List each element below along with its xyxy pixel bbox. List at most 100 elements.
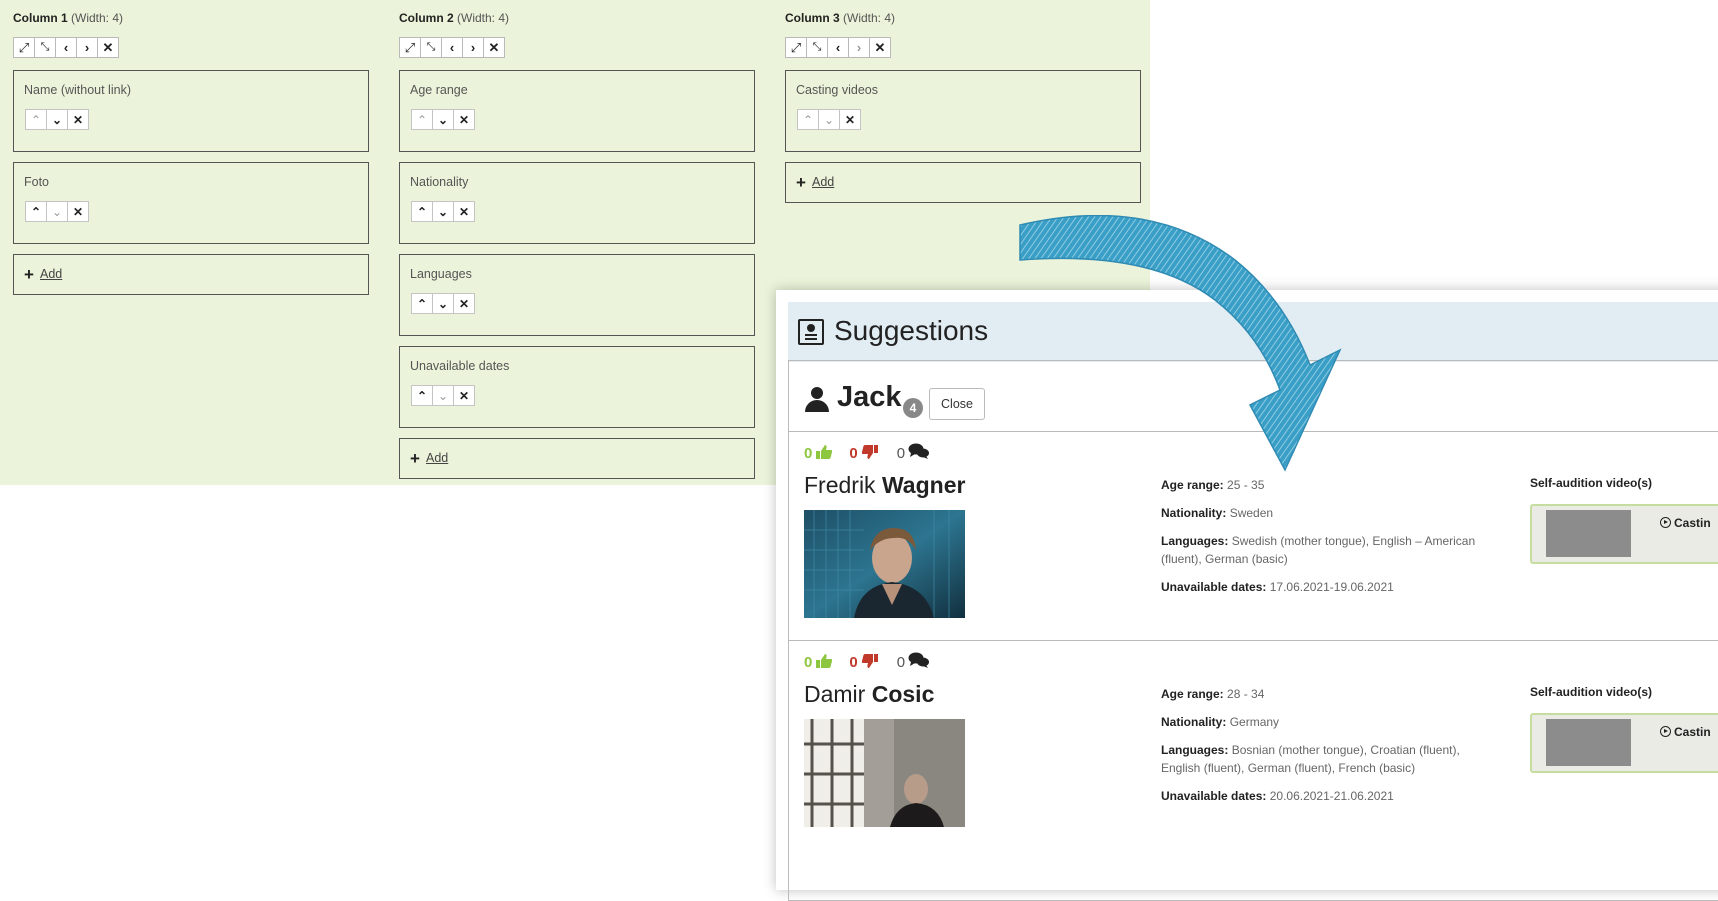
chevron-up-icon[interactable]: ⌃ — [25, 109, 47, 130]
video-item[interactable]: Castin — [1530, 504, 1718, 564]
video-thumbnail[interactable] — [1546, 719, 1631, 766]
add-field-button[interactable]: + Add — [399, 438, 755, 479]
close-button[interactable]: Close — [929, 388, 985, 420]
column-width: (Width: 4) — [71, 11, 124, 25]
plus-icon: + — [796, 173, 806, 192]
shrink-icon[interactable]: ⤡ — [420, 37, 442, 58]
add-link[interactable]: Add — [812, 175, 834, 189]
shrink-icon[interactable]: ⤡ — [806, 37, 828, 58]
video-thumbnail[interactable] — [1546, 510, 1631, 557]
chevron-up-icon[interactable]: ⌃ — [411, 385, 433, 406]
field-card: Unavailable dates ⌃ ⌄ ✕ — [399, 346, 755, 428]
field-card: Foto ⌃ ⌄ ✕ — [13, 162, 369, 244]
chevron-up-icon[interactable]: ⌃ — [797, 109, 819, 130]
video-heading: Self-audition video(s) — [1530, 685, 1653, 699]
close-icon[interactable]: ✕ — [839, 109, 861, 130]
contact-card-icon — [798, 319, 824, 345]
thumbs-up-icon[interactable] — [815, 444, 833, 464]
add-link[interactable]: Add — [40, 267, 62, 281]
candidate-name[interactable]: Fredrik Wagner — [804, 472, 965, 499]
last-name: Cosic — [871, 681, 935, 707]
close-icon[interactable]: ✕ — [483, 37, 505, 58]
column-controls: ⤢ ⤡ ‹ › ✕ — [785, 37, 891, 58]
chevron-down-icon[interactable]: ⌄ — [432, 201, 454, 222]
expand-icon[interactable]: ⤢ — [399, 37, 421, 58]
column-title: Column 2 — [399, 11, 454, 25]
page-title: Suggestions — [834, 315, 989, 346]
field-label: Languages — [410, 267, 472, 281]
candidate-photo[interactable] — [804, 719, 965, 827]
close-icon[interactable]: ✕ — [67, 109, 89, 130]
nationality: Nationality: Germany — [1161, 715, 1280, 729]
close-icon[interactable]: ✕ — [67, 201, 89, 222]
video-label[interactable]: Castin — [1660, 516, 1711, 530]
chevron-up-icon[interactable]: ⌃ — [25, 201, 47, 222]
column-heading: Column 3 (Width: 4) — [785, 11, 895, 25]
close-icon[interactable]: ✕ — [453, 293, 475, 314]
chevron-left-icon[interactable]: ‹ — [441, 37, 463, 58]
expand-icon[interactable]: ⤢ — [785, 37, 807, 58]
add-field-button[interactable]: + Add — [785, 162, 1141, 203]
comments-icon[interactable] — [908, 651, 930, 673]
column-heading: Column 1 (Width: 4) — [13, 11, 123, 25]
close-icon[interactable]: ✕ — [453, 201, 475, 222]
comment-count: 0 — [896, 654, 906, 671]
field-card: Name (without link) ⌃ ⌄ ✕ — [13, 70, 369, 152]
close-icon[interactable]: ✕ — [97, 37, 119, 58]
video-item[interactable]: Castin — [1530, 713, 1718, 773]
thumbs-up-icon[interactable] — [815, 653, 833, 673]
chevron-up-icon[interactable]: ⌃ — [411, 293, 433, 314]
comments-icon[interactable] — [908, 442, 930, 464]
plus-icon: + — [410, 449, 420, 468]
field-label: Name (without link) — [24, 83, 131, 97]
field-label: Nationality — [410, 175, 469, 189]
close-icon[interactable]: ✕ — [453, 109, 475, 130]
field-label: Casting videos — [796, 83, 878, 97]
video-label[interactable]: Castin — [1660, 725, 1711, 739]
chevron-up-icon[interactable]: ⌃ — [411, 109, 433, 130]
chevron-down-icon[interactable]: ⌄ — [432, 109, 454, 130]
chevron-down-icon[interactable]: ⌄ — [818, 109, 840, 130]
chevron-right-icon[interactable]: › — [462, 37, 484, 58]
shrink-icon[interactable]: ⤡ — [34, 37, 56, 58]
last-name: Wagner — [881, 472, 966, 498]
field-controls: ⌃ ⌄ ✕ — [797, 109, 861, 130]
chevron-right-icon[interactable]: › — [76, 37, 98, 58]
expand-icon[interactable]: ⤢ — [13, 37, 35, 58]
add-field-button[interactable]: + Add — [13, 254, 369, 295]
play-icon — [1660, 517, 1671, 528]
nationality: Nationality: Sweden — [1161, 506, 1274, 520]
chevron-down-icon[interactable]: ⌄ — [46, 109, 68, 130]
unavailable-dates: Unavailable dates: 17.06.2021-19.06.2021 — [1161, 580, 1394, 594]
add-link[interactable]: Add — [426, 451, 448, 465]
first-name: Fredrik — [804, 472, 876, 498]
unavailable-dates: Unavailable dates: 20.06.2021-21.06.2021 — [1161, 789, 1394, 803]
curved-arrow-icon — [1019, 215, 1342, 472]
downvote-count: 0 — [849, 654, 858, 671]
upvote-count: 0 — [804, 654, 813, 671]
thumbs-down-icon[interactable] — [861, 444, 879, 464]
column-width: (Width: 4) — [843, 11, 896, 25]
video-heading: Self-audition video(s) — [1530, 476, 1653, 490]
candidate-photo[interactable] — [804, 510, 965, 618]
close-icon[interactable]: ✕ — [869, 37, 891, 58]
chevron-down-icon[interactable]: ⌄ — [46, 201, 68, 222]
chevron-down-icon[interactable]: ⌄ — [432, 385, 454, 406]
vote-bar: 0 0 0 — [804, 442, 930, 464]
chevron-down-icon[interactable]: ⌄ — [432, 293, 454, 314]
chevron-left-icon[interactable]: ‹ — [827, 37, 849, 58]
age-range: Age range: 28 - 34 — [1161, 687, 1265, 701]
candidate-name[interactable]: Damir Cosic — [804, 681, 934, 708]
chevron-up-icon[interactable]: ⌃ — [411, 201, 433, 222]
thumbs-down-icon[interactable] — [861, 653, 879, 673]
chevron-right-icon[interactable]: › — [848, 37, 870, 58]
column-title: Column 1 — [13, 11, 68, 25]
column-controls: ⤢ ⤡ ‹ › ✕ — [399, 37, 505, 58]
chevron-left-icon[interactable]: ‹ — [55, 37, 77, 58]
first-name: Damir — [804, 681, 866, 707]
field-card: Languages ⌃ ⌄ ✕ — [399, 254, 755, 336]
field-card: Casting videos ⌃ ⌄ ✕ — [785, 70, 1141, 152]
comment-count: 0 — [896, 445, 906, 462]
close-icon[interactable]: ✕ — [453, 385, 475, 406]
plus-icon: + — [24, 265, 34, 284]
